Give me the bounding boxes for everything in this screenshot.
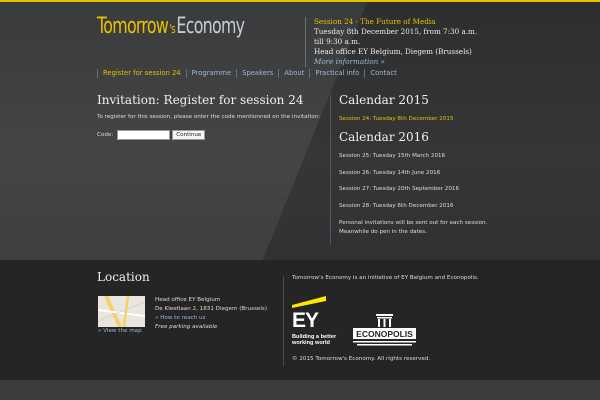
current-session-info: Session 24 - The Future of Media Tuesday… <box>305 17 485 67</box>
address-street: De Kleetlaan 2, 1831 Diegem (Brussels) <box>155 306 267 312</box>
ey-tagline: Building a better working world <box>292 334 342 346</box>
econopolis-wordmark: ECONOPOLIS <box>356 329 413 339</box>
logo-word-economy: Economy <box>176 14 245 39</box>
main-navigation: Register for session 24 Programme Speake… <box>97 69 402 78</box>
code-label: Code: <box>97 132 114 138</box>
diagonal-shading <box>0 2 600 260</box>
location-map-thumbnail[interactable] <box>98 296 145 327</box>
session-place: Head office EY Belgium, Diegem (Brussels… <box>314 47 472 56</box>
calendar-note-line-1: Personal invitations will be sent out fo… <box>339 220 488 226</box>
session-title: Session 24 - The Future of Media <box>314 17 436 26</box>
how-to-reach-link[interactable]: » How to reach us <box>155 314 267 323</box>
nav-contact[interactable]: Contact <box>364 69 401 78</box>
calendar-item-session-25: Session 25: Tuesday 15th March 2016 <box>339 153 446 159</box>
nav-practical-info[interactable]: Practical info <box>309 69 364 78</box>
view-map-link[interactable]: » View the map <box>98 328 142 334</box>
calendar-note: Personal invitations will be sent out fo… <box>339 219 487 237</box>
calendar-2015-title: Calendar 2015 <box>339 93 429 107</box>
parking-info: Free parking available <box>155 324 218 330</box>
address-name: Head office EY Belgium <box>155 297 221 303</box>
calendar-item-session-24[interactable]: Session 24: Tuesday 8th December 2015 <box>339 116 454 122</box>
nav-about[interactable]: About <box>278 69 309 78</box>
register-instruction: To register for this session, please ent… <box>97 114 321 120</box>
page-title: Invitation: Register for session 24 <box>97 93 304 107</box>
nav-speakers[interactable]: Speakers <box>236 69 278 78</box>
continue-button[interactable]: Continue <box>172 130 206 140</box>
copyright: © 2015 Tomorrow's Economy. All rights re… <box>292 356 431 362</box>
calendar-item-session-27: Session 27: Tuesday 20th September 2016 <box>339 186 460 192</box>
calendar-note-line-2: Meanwhile do pen in the dates. <box>339 229 427 235</box>
nav-programme[interactable]: Programme <box>185 69 236 78</box>
calendar-item-session-26: Session 26: Tuesday 14th June 2016 <box>339 170 441 176</box>
logo-word-tomorrow: Tomorrow <box>97 14 169 39</box>
bottom-strip <box>0 380 600 400</box>
calendar-item-session-28: Session 28: Tuesday 6th December 2016 <box>339 203 454 209</box>
nav-register[interactable]: Register for session 24 <box>97 69 186 78</box>
initiative-text: Tomorrow's Economy is an initiative of E… <box>292 275 479 281</box>
calendar-2016-title: Calendar 2016 <box>339 130 429 144</box>
logo-possessive: 's <box>169 22 176 36</box>
econopolis-logo[interactable]: ECONOPOLIS <box>353 314 416 346</box>
site-logo[interactable]: Tomorrow'sEconomy <box>97 14 245 39</box>
ey-beam-icon <box>292 296 326 308</box>
footer-divider <box>283 276 284 366</box>
map-roads-graphic <box>98 296 145 327</box>
ey-letters: EY <box>292 309 319 332</box>
address-block: Head office EY Belgium De Kleetlaan 2, 1… <box>155 296 267 332</box>
code-input[interactable] <box>117 130 171 140</box>
column-divider <box>330 95 331 245</box>
ey-tagline-line-2: working world <box>292 340 330 346</box>
session-date: Tuesday 8th December 2015, from 7:30 a.m… <box>314 27 478 46</box>
code-form: Code: Continue <box>97 130 206 140</box>
more-information-link[interactable]: More information » <box>314 57 385 66</box>
location-title: Location <box>97 270 150 284</box>
